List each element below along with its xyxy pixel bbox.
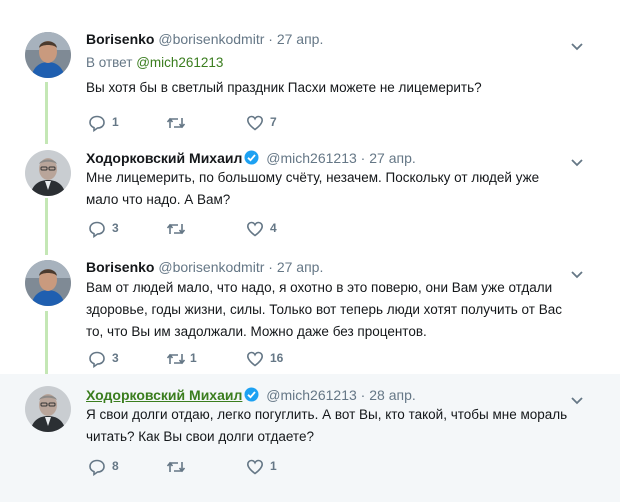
like-count: 4 xyxy=(270,221,277,235)
reply-button[interactable]: 3 xyxy=(88,349,148,369)
tweet-text: Вы хотя бы в светлый праздник Пасхи може… xyxy=(86,80,482,95)
chevron-down-icon[interactable] xyxy=(570,39,584,51)
retweet-button[interactable] xyxy=(166,457,226,477)
tweet[interactable]: Borisenko @borisenkodmitr · 27 апр. Вам … xyxy=(0,250,620,372)
like-count: 7 xyxy=(270,115,277,129)
chevron-down-icon[interactable] xyxy=(570,393,584,405)
reply-count: 1 xyxy=(112,115,119,129)
retweet-icon xyxy=(166,353,186,365)
retweet-button[interactable] xyxy=(166,113,226,133)
tweet[interactable]: Ходорковский Михаил @mich261213 · 27 апр… xyxy=(0,138,620,250)
separator-dot: · xyxy=(268,259,273,275)
tweet[interactable]: Borisenko @borisenkodmitr · 27 апр. В от… xyxy=(0,18,620,138)
like-count: 1 xyxy=(270,459,277,473)
reply-count: 3 xyxy=(112,351,119,365)
reply-context: В ответ @mich261213 xyxy=(86,55,223,70)
reply-prefix: В ответ xyxy=(86,55,133,70)
like-button[interactable]: 7 xyxy=(246,113,306,133)
reply-mention-link[interactable]: @mich261213 xyxy=(136,55,223,70)
retweet-icon xyxy=(166,117,186,129)
separator-dot: · xyxy=(360,387,366,403)
author-name[interactable]: Ходорковский Михаил xyxy=(86,150,242,166)
retweet-icon xyxy=(166,223,186,235)
avatar[interactable] xyxy=(25,260,71,306)
like-button[interactable]: 16 xyxy=(246,349,306,369)
author-name[interactable]: Borisenko xyxy=(86,259,154,275)
like-button[interactable]: 1 xyxy=(246,457,306,477)
like-button[interactable]: 4 xyxy=(246,219,306,239)
author-handle[interactable]: @mich261213 xyxy=(266,387,357,403)
reply-button[interactable]: 8 xyxy=(88,457,148,477)
author-handle[interactable]: @borisenkodmitr xyxy=(158,31,264,47)
separator-dot: · xyxy=(360,150,366,166)
tweet-header: Borisenko @borisenkodmitr · 27 апр. xyxy=(86,259,323,275)
tweet[interactable]: Ходорковский Михаил @mich261213 · 28 апр… xyxy=(0,374,620,502)
tweet-date[interactable]: 27 апр. xyxy=(277,31,324,47)
tweet-date[interactable]: 27 апр. xyxy=(277,259,324,275)
tweet-header: Ходорковский Михаил @mich261213 · 28 апр… xyxy=(86,387,416,403)
verified-badge-icon xyxy=(244,387,259,402)
tweet-header: Borisenko @borisenkodmitr · 27 апр. xyxy=(86,31,323,47)
heart-icon xyxy=(246,351,264,367)
retweet-button[interactable] xyxy=(166,219,226,239)
chevron-down-icon[interactable] xyxy=(570,155,584,167)
like-count: 16 xyxy=(270,351,284,365)
heart-icon xyxy=(246,221,264,237)
avatar[interactable] xyxy=(25,150,71,196)
tweet-header: Ходорковский Михаил @mich261213 · 27 апр… xyxy=(86,150,416,166)
retweet-button[interactable]: 1 xyxy=(166,349,226,369)
reply-button[interactable]: 1 xyxy=(88,113,148,133)
tweet-date[interactable]: 28 апр. xyxy=(369,387,416,403)
tweet-date[interactable]: 27 апр. xyxy=(369,150,416,166)
author-name[interactable]: Borisenko xyxy=(86,31,154,47)
tweet-text: Вам от людей мало, что надо, я охотно в … xyxy=(86,280,562,339)
author-name[interactable]: Ходорковский Михаил xyxy=(86,387,242,403)
author-handle[interactable]: @borisenkodmitr xyxy=(158,259,264,275)
author-handle[interactable]: @mich261213 xyxy=(266,150,357,166)
heart-icon xyxy=(246,115,264,131)
reply-icon xyxy=(89,115,105,132)
heart-icon xyxy=(246,459,264,475)
retweet-count: 1 xyxy=(190,351,197,365)
reply-icon xyxy=(89,459,105,476)
reply-button[interactable]: 3 xyxy=(88,219,148,239)
avatar[interactable] xyxy=(25,386,71,432)
reply-count: 3 xyxy=(112,221,119,235)
verified-badge-icon xyxy=(244,150,259,165)
avatar[interactable] xyxy=(25,32,71,78)
tweet-text: Мне лицемерить, по большому счёту, незач… xyxy=(86,170,540,207)
tweet-text: Я свои долги отдаю, легко погуглить. А в… xyxy=(86,407,568,444)
reply-count: 8 xyxy=(112,459,119,473)
retweet-icon xyxy=(166,461,186,473)
reply-icon xyxy=(89,221,105,238)
separator-dot: · xyxy=(268,31,273,47)
reply-icon xyxy=(89,351,105,368)
chevron-down-icon[interactable] xyxy=(570,267,584,279)
